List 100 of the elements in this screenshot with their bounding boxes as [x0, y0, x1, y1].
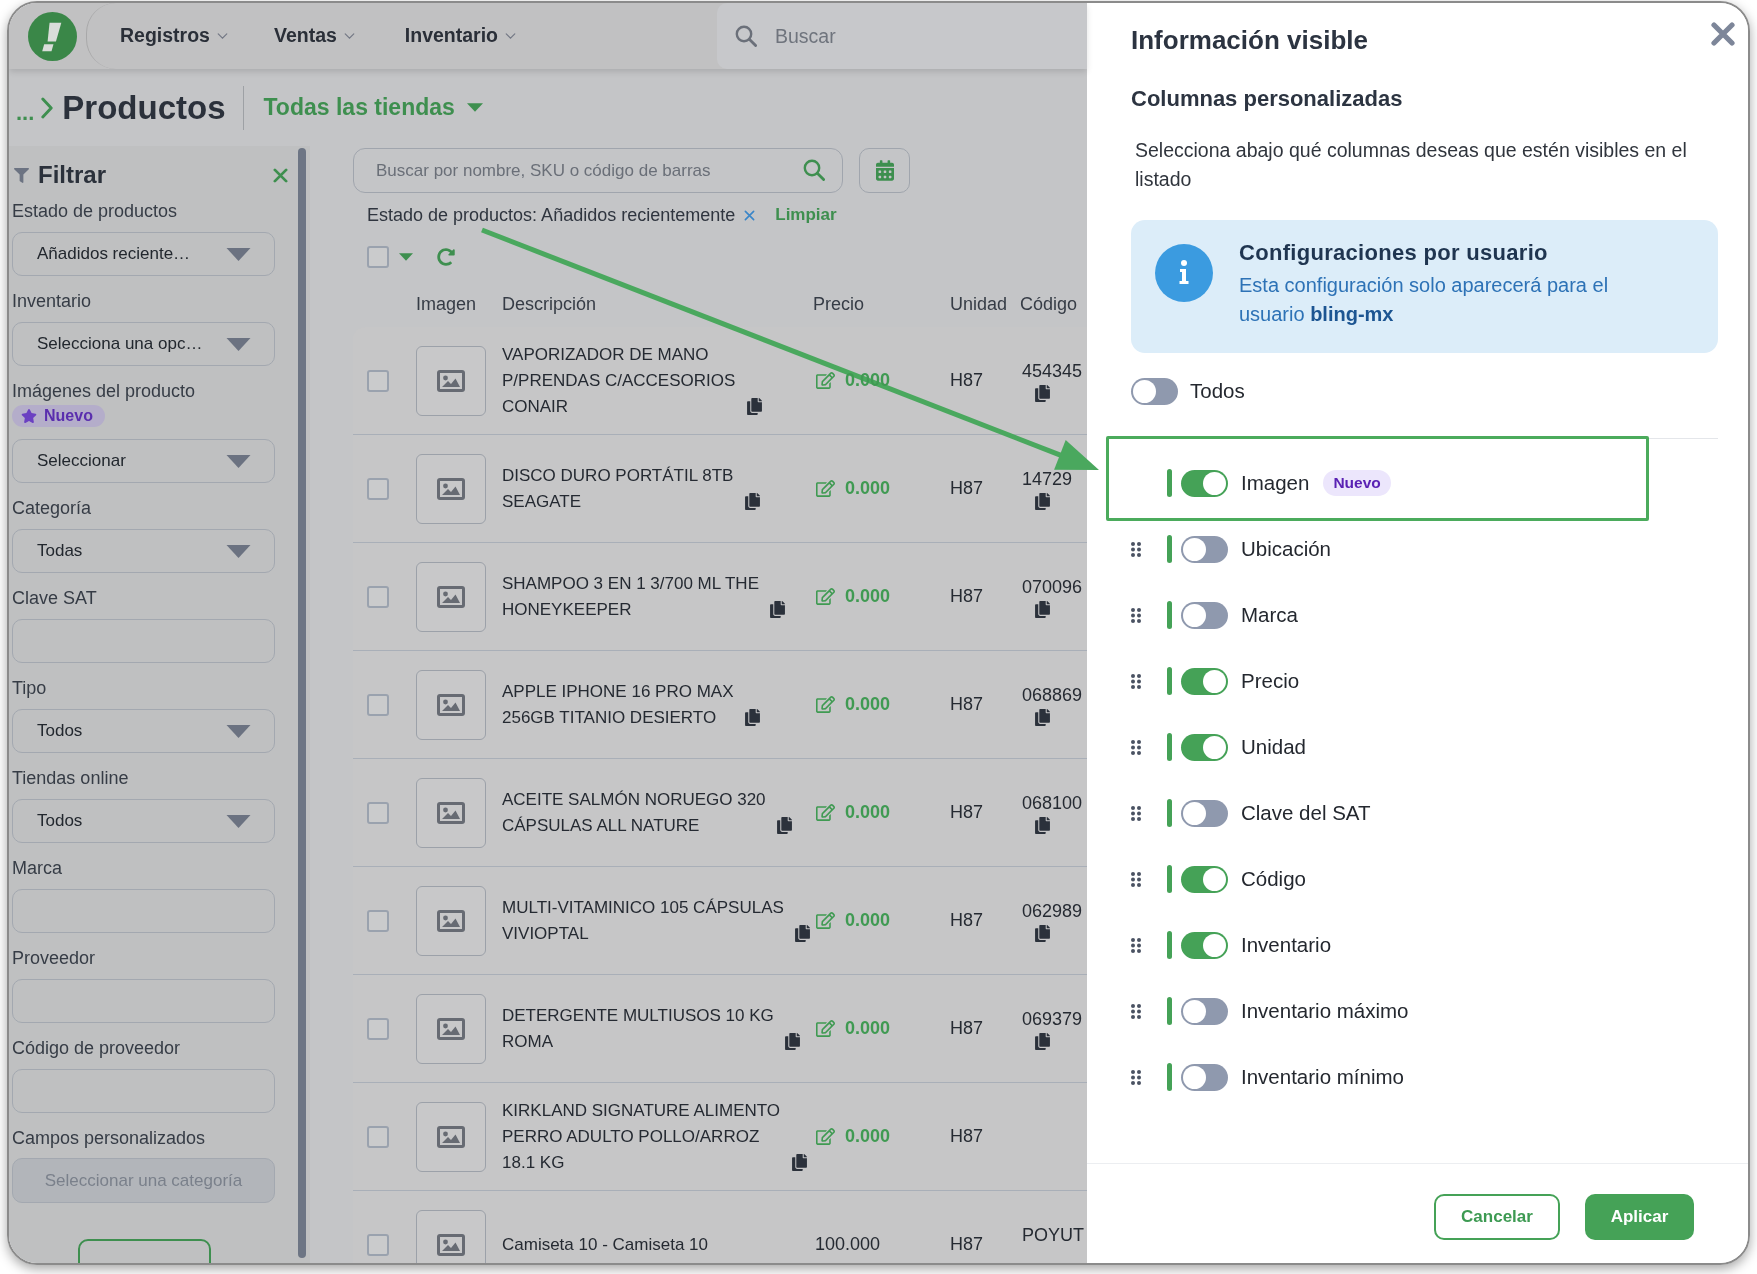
product-description: Camiseta 10 - Camiseta 10 — [502, 1233, 709, 1256]
checkbox[interactable] — [367, 246, 389, 268]
close-icon[interactable] — [1711, 22, 1735, 46]
checkbox[interactable] — [367, 369, 389, 392]
copy-icon[interactable] — [792, 1153, 807, 1171]
select-field[interactable]: Todos — [12, 799, 275, 843]
edit-icon[interactable] — [816, 912, 835, 929]
edit-icon[interactable] — [816, 480, 835, 497]
checkbox[interactable] — [367, 1233, 389, 1256]
column-header: Imagen — [416, 293, 478, 316]
nav-menu[interactable]: Inventario — [404, 21, 516, 51]
drag-handle-icon[interactable] — [1131, 937, 1141, 953]
checkbox[interactable] — [367, 477, 389, 500]
cancel-button[interactable]: Cancelar — [1434, 1194, 1560, 1240]
filter-icon — [14, 167, 29, 183]
checkbox[interactable] — [367, 1017, 389, 1040]
copy-icon[interactable] — [1035, 600, 1050, 618]
chevron-right-icon — [41, 96, 54, 119]
toggle-switch[interactable] — [1181, 931, 1228, 959]
image-icon — [437, 1125, 465, 1148]
checkbox[interactable] — [367, 585, 389, 608]
edit-icon[interactable] — [816, 804, 835, 821]
search-icon — [803, 159, 825, 181]
copy-icon[interactable] — [1035, 1032, 1050, 1050]
toggle-switch[interactable] — [1131, 377, 1178, 405]
toggle-switch[interactable] — [1181, 601, 1228, 629]
edit-icon[interactable] — [816, 588, 835, 605]
copy-icon[interactable] — [1035, 708, 1050, 726]
copy-icon[interactable] — [785, 1032, 800, 1050]
toggle-label: Inventario mínimo — [1241, 1063, 1404, 1090]
checkbox[interactable] — [367, 909, 389, 932]
select-field[interactable]: Todas — [12, 529, 275, 573]
remove-icon[interactable] — [744, 209, 756, 221]
unit-text: H87 — [950, 801, 985, 824]
copy-icon[interactable] — [747, 397, 762, 415]
copy-icon[interactable] — [745, 492, 760, 510]
image-icon — [437, 585, 465, 608]
toggle-switch[interactable] — [1181, 997, 1228, 1025]
toggle-label: Marca — [1241, 601, 1298, 628]
select-field[interactable]: Selecciona una opc… — [12, 322, 275, 366]
drag-handle-icon[interactable] — [1131, 1003, 1141, 1019]
copy-icon[interactable] — [795, 924, 810, 942]
image-icon — [437, 693, 465, 716]
drag-handle-icon[interactable] — [1131, 805, 1141, 821]
drag-handle-icon[interactable] — [1131, 871, 1141, 887]
nav-menu[interactable]: Ventas — [273, 21, 355, 51]
toggle-switch[interactable] — [1181, 469, 1228, 497]
copy-icon[interactable] — [1035, 816, 1050, 834]
field-label: Tiendas online — [12, 767, 130, 789]
toggle-switch[interactable] — [1181, 535, 1228, 563]
checkbox[interactable] — [367, 1125, 389, 1148]
price-text: 0.000 — [845, 477, 891, 500]
toggle-switch[interactable] — [1181, 799, 1228, 827]
copy-icon[interactable] — [770, 600, 785, 618]
drag-handle-icon[interactable] — [1131, 673, 1141, 689]
toggle-switch[interactable] — [1181, 1063, 1228, 1091]
edit-icon[interactable] — [816, 696, 835, 713]
product-description: APPLE IPHONE 16 PRO MAX 256GB TITANIO DESIERTO — [502, 680, 735, 729]
edit-icon[interactable] — [816, 1128, 835, 1145]
image-icon — [437, 801, 465, 824]
edit-icon[interactable] — [816, 1020, 835, 1037]
drag-handle-icon[interactable] — [1131, 1069, 1141, 1085]
input-field[interactable] — [12, 979, 275, 1023]
input-field[interactable] — [12, 1069, 275, 1113]
checkbox[interactable] — [367, 801, 389, 824]
logo-icon[interactable] — [28, 11, 77, 61]
search-field[interactable]: Buscar por nombre, SKU o código de barras — [353, 148, 843, 193]
vertical-bar-icon — [1167, 667, 1172, 695]
vertical-bar-icon — [1167, 733, 1172, 761]
toggle-switch[interactable] — [1181, 667, 1228, 695]
select-field[interactable]: Añadidos reciente… — [12, 232, 275, 276]
input-field[interactable] — [12, 889, 275, 933]
refresh-icon[interactable] — [437, 248, 455, 266]
image-icon — [437, 1017, 465, 1040]
calendar-button[interactable] — [859, 148, 910, 193]
edit-icon[interactable] — [816, 372, 835, 389]
close-icon[interactable] — [273, 167, 288, 183]
toggle-switch[interactable] — [1181, 733, 1228, 761]
vertical-bar-icon — [1167, 469, 1172, 497]
copy-icon[interactable] — [1035, 924, 1050, 942]
search-field[interactable]: Buscar — [717, 3, 1087, 69]
copy-icon[interactable] — [1035, 492, 1050, 510]
drag-handle-icon[interactable] — [1131, 541, 1141, 557]
caret-down-icon[interactable] — [399, 253, 413, 261]
nav-menu[interactable]: Registros — [120, 21, 228, 51]
checkbox[interactable] — [367, 693, 389, 716]
drag-handle-icon[interactable] — [1131, 739, 1141, 755]
input-field[interactable] — [12, 619, 275, 663]
copy-icon[interactable] — [777, 816, 792, 834]
toggle-switch[interactable] — [1181, 865, 1228, 893]
copy-icon[interactable] — [745, 708, 760, 726]
product-description: SHAMPOO 3 EN 1 3/700 ML THE HONEYKEEPER — [502, 572, 760, 621]
section-title: Columnas personalizadas — [1131, 85, 1404, 113]
select-field[interactable]: Todos — [12, 709, 275, 753]
scrollbar[interactable] — [298, 148, 306, 1258]
select-field[interactable]: Seleccionar — [12, 439, 275, 483]
drag-handle-icon[interactable] — [1131, 607, 1141, 623]
column-header: Código — [1020, 293, 1079, 316]
caret-down-icon — [226, 247, 251, 261]
copy-icon[interactable] — [1035, 384, 1050, 402]
